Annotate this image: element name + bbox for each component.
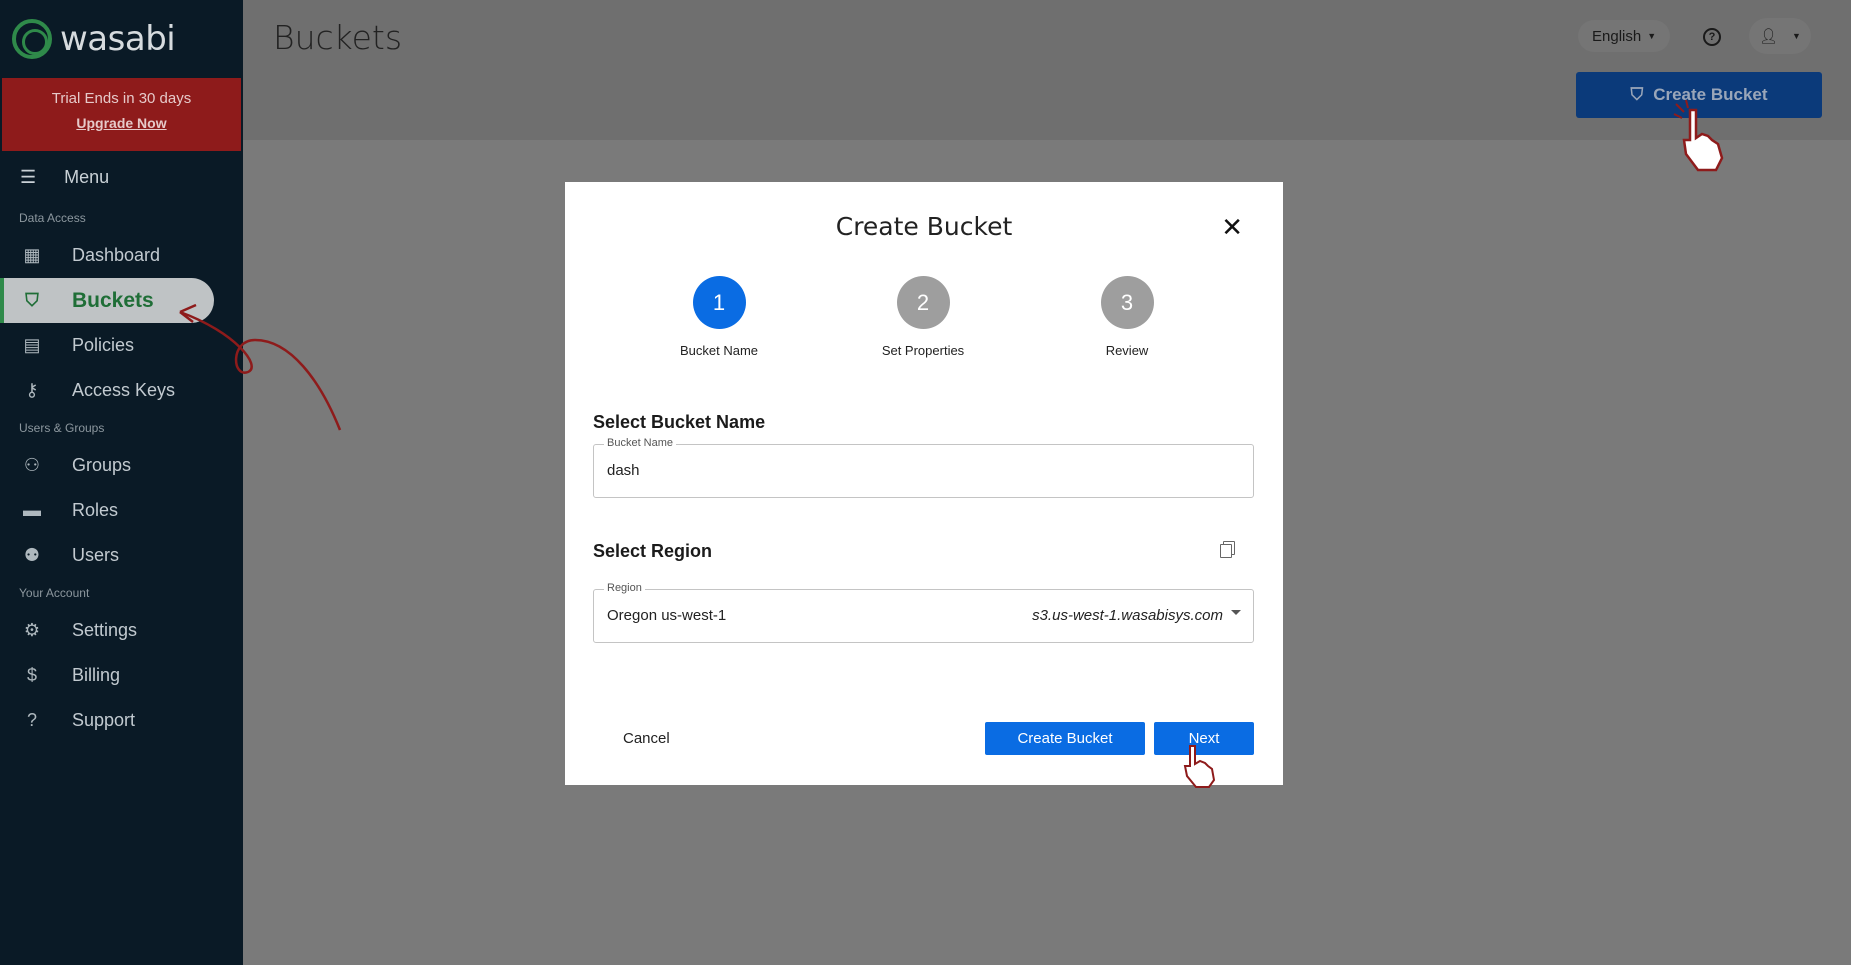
region-select[interactable]: Region Oregon us-west-1 s3.us-west-1.was… — [593, 582, 1254, 643]
bucket-name-input[interactable]: dash — [607, 462, 640, 479]
sidebar-item-label: Groups — [72, 455, 132, 475]
policy-icon: ▤ — [23, 335, 41, 355]
menu-label: Menu — [64, 166, 110, 187]
help-icon: ? — [1703, 28, 1721, 46]
section-your-account: Your Account — [19, 586, 90, 600]
sidebar-item-groups[interactable]: ⚇ Groups — [0, 443, 243, 488]
create-bucket-button[interactable]: Create Bucket — [985, 722, 1145, 755]
section-users-groups: Users & Groups — [19, 421, 105, 435]
language-selector[interactable]: English ▼ — [1578, 20, 1671, 52]
next-button[interactable]: Next — [1154, 722, 1254, 755]
sidebar-item-policies[interactable]: ▤ Policies — [0, 323, 243, 368]
region-value: Oregon us-west-1 — [607, 607, 727, 624]
logo[interactable]: wasabi — [0, 0, 243, 78]
chevron-down-icon: ▼ — [1647, 31, 1657, 41]
step-number: 3 — [1100, 276, 1154, 329]
sidebar-item-label: Settings — [72, 620, 138, 640]
step-number: 1 — [692, 276, 746, 329]
step-set-properties: 2 Set Properties — [853, 276, 993, 358]
copy-icon[interactable] — [1220, 541, 1235, 558]
bucket-name-field-label: Bucket Name — [604, 437, 677, 449]
sidebar-item-label: Billing — [72, 665, 121, 685]
user-menu[interactable]: 👤︎ ▼ — [1749, 18, 1811, 54]
region-section-title: Select Region — [593, 541, 713, 561]
top-header: Buckets English ▼ ? 👤︎ ▼ ⛉ Create Bucket — [243, 0, 1851, 140]
bucket-name-section-title: Select Bucket Name — [593, 412, 766, 432]
wasabi-logo-icon — [12, 19, 52, 59]
groups-icon: ⚇ — [23, 455, 41, 475]
sidebar-item-dashboard[interactable]: ▦ Dashboard — [0, 233, 243, 278]
user-icon: 👤︎ — [1759, 28, 1779, 45]
trial-text: Trial Ends in 30 days — [51, 90, 192, 107]
region-field-label: Region — [604, 582, 645, 594]
dialog-title: Create Bucket — [835, 212, 1013, 241]
chevron-down-icon: ▼ — [1792, 31, 1801, 41]
bucket-name-field[interactable]: Bucket Name dash — [593, 437, 1254, 498]
sidebar-item-buckets[interactable]: ⛉ Buckets — [0, 278, 214, 323]
sidebar-item-label: Roles — [72, 500, 119, 520]
step-label: Review — [1105, 343, 1149, 358]
step-label: Set Properties — [881, 343, 965, 358]
brand-name: wasabi — [60, 19, 176, 59]
sidebar-item-billing[interactable]: $ Billing — [0, 653, 243, 698]
sidebar-item-label: Support — [72, 710, 136, 730]
sidebar-item-label: Buckets — [72, 288, 154, 312]
sidebar-item-label: Policies — [72, 335, 135, 355]
section-data-access: Data Access — [19, 211, 86, 225]
menu-toggle[interactable]: ☰ Menu — [0, 151, 243, 203]
sidebar-item-settings[interactable]: ⚙ Settings — [0, 608, 243, 653]
chevron-down-icon — [1231, 610, 1241, 615]
sidebar-item-users[interactable]: ⚉ Users — [0, 533, 243, 578]
create-bucket-header-button[interactable]: ⛉ Create Bucket — [1576, 72, 1822, 118]
dashboard-icon: ▦ — [23, 245, 41, 265]
bucket-icon: ⛉ — [25, 290, 39, 310]
dollar-icon: $ — [26, 665, 37, 685]
sidebar-item-label: Users — [72, 545, 120, 565]
cancel-button[interactable]: Cancel — [623, 730, 670, 747]
upgrade-link[interactable]: Upgrade Now — [76, 115, 166, 131]
sidebar-item-label: Dashboard — [72, 245, 161, 265]
users-icon: ⚉ — [23, 545, 41, 565]
sidebar: wasabi Trial Ends in 30 days Upgrade Now… — [0, 0, 243, 965]
create-bucket-dialog: Create Bucket ✕ 1 Bucket Name 2 Set Prop… — [565, 182, 1283, 788]
sidebar-item-roles[interactable]: ▬ Roles — [0, 488, 243, 533]
create-bucket-label: Create Bucket — [1653, 85, 1768, 104]
sidebar-item-label: Access Keys — [72, 380, 176, 400]
sidebar-item-access-keys[interactable]: ⚷ Access Keys — [0, 368, 243, 413]
close-icon[interactable]: ✕ — [1221, 214, 1243, 240]
step-review: 3 Review — [1057, 276, 1197, 358]
language-label: English — [1592, 27, 1642, 45]
help-icon: ? — [26, 710, 37, 730]
roles-icon: ▬ — [23, 500, 41, 520]
page-title: Buckets — [273, 18, 403, 57]
key-icon: ⚷ — [25, 380, 39, 400]
gear-icon: ⚙ — [23, 620, 41, 640]
region-endpoint: s3.us-west-1.wasabisys.com — [1032, 607, 1223, 624]
step-number: 2 — [896, 276, 950, 329]
hamburger-icon: ☰ — [20, 166, 37, 187]
sidebar-item-support[interactable]: ? Support — [0, 698, 243, 743]
step-label: Bucket Name — [679, 343, 759, 358]
bucket-icon: ⛉ — [1630, 85, 1644, 104]
trial-banner: Trial Ends in 30 days Upgrade Now — [2, 78, 241, 151]
step-bucket-name: 1 Bucket Name — [649, 276, 789, 358]
help-button[interactable]: ? — [1695, 20, 1729, 54]
